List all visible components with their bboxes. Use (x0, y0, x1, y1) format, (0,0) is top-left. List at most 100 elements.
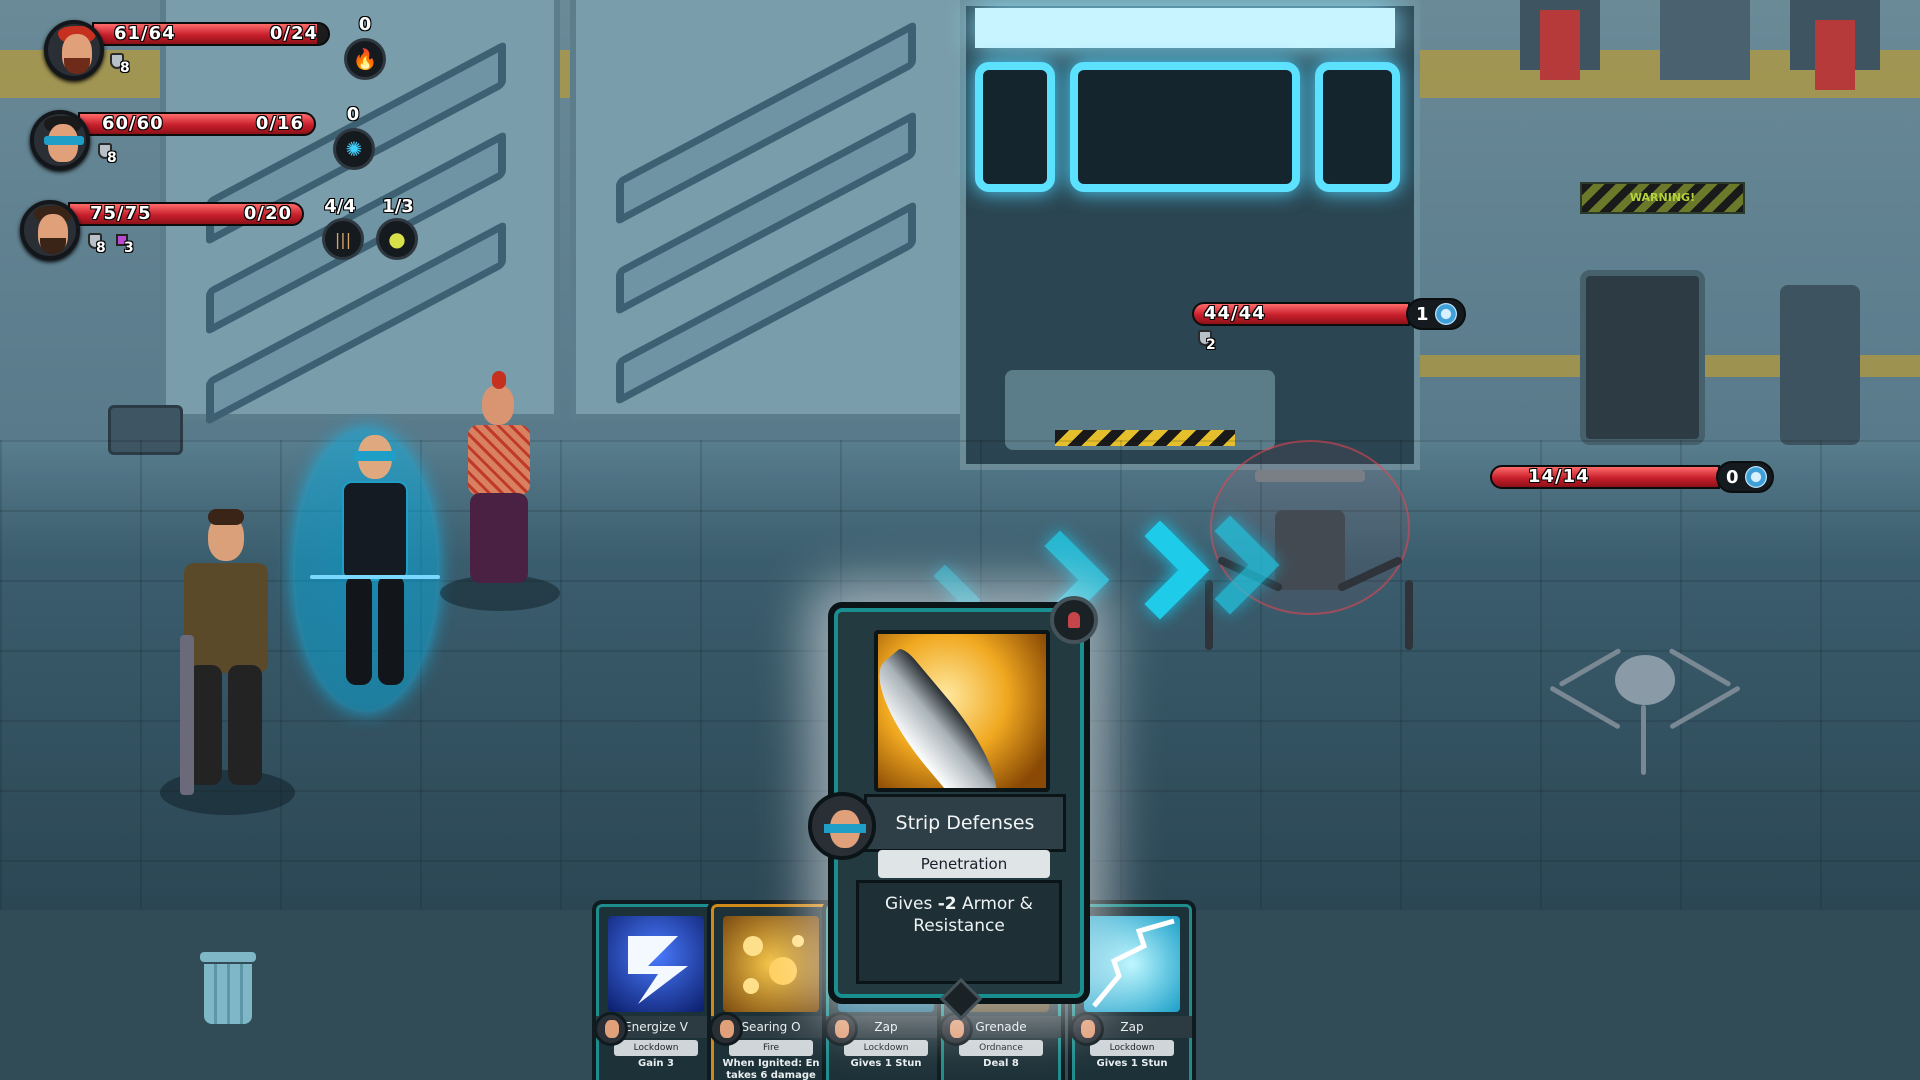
resource-count: 0 (346, 104, 360, 125)
figure-icon (1068, 612, 1080, 628)
enemy-intent[interactable]: 1 (1406, 298, 1466, 330)
spider-leg (1549, 685, 1621, 730)
card-art (874, 630, 1050, 792)
card-desc: Gain 3 (638, 1058, 674, 1069)
portrait-face (835, 1020, 849, 1038)
gate-light (975, 8, 1395, 48)
spider-leg (1558, 647, 1622, 688)
gear-icon (1744, 466, 1767, 488)
portrait-face (605, 1020, 619, 1038)
trash-bin (204, 964, 252, 1024)
katana (310, 575, 440, 579)
portrait-beard (64, 58, 90, 74)
locker (1580, 270, 1705, 445)
ninja-torso (342, 481, 408, 581)
spider-leg (1641, 705, 1646, 775)
portrait-beard (40, 238, 66, 254)
visor (354, 451, 396, 461)
debuff-value: 3 (124, 240, 134, 256)
enemy-hp-value: 44/44 (1204, 303, 1266, 324)
intent-value: 1 (1416, 303, 1429, 325)
hp-value: 60/60 (102, 113, 164, 134)
enemy-intent[interactable]: 0 (1716, 461, 1774, 493)
mohawk (492, 371, 506, 389)
warning-sign: WARNING! (1580, 182, 1745, 214)
fire-bubbles-icon (743, 935, 804, 994)
resource-value: 0/24 (269, 23, 318, 44)
card-desc: Gives 1 Stun (850, 1058, 922, 1069)
portrait-face (720, 1020, 734, 1038)
trash-lid (200, 952, 256, 962)
portrait-visor (824, 824, 866, 833)
ninja-leg (378, 575, 404, 685)
lightning-icon (628, 936, 688, 1004)
card-art (1084, 916, 1180, 1012)
card-type: Lockdown (844, 1040, 928, 1056)
resource-value: 0/20 (243, 203, 292, 224)
electric-arc-icon (1092, 918, 1175, 1008)
bearded-soldier-portrait[interactable] (20, 200, 80, 260)
gear-icon (1434, 303, 1457, 325)
drone-leg (1405, 580, 1413, 650)
card-art (608, 916, 704, 1012)
ceiling-pipes (1520, 0, 1880, 90)
card-owner-portrait (826, 1012, 858, 1046)
tattooed-brawler-character[interactable] (440, 371, 560, 611)
enemy-hp-value: 14/14 (1528, 466, 1590, 487)
soldier-hair (208, 509, 244, 525)
hand-card[interactable]: Energize V Lockdown Gain 3 (592, 900, 720, 1080)
enemy-armor-value: 2 (1206, 337, 1216, 353)
armor-value: 8 (120, 60, 130, 76)
card-type: Fire (729, 1040, 813, 1056)
selected-card[interactable]: Strip Defenses Penetration Gives -2 Armo… (808, 596, 1098, 1021)
gate-window (1315, 62, 1400, 192)
enemy-hp-bar: 14/14 (1490, 465, 1720, 489)
soldier-character[interactable] (160, 509, 295, 815)
spider-drone-enemy[interactable] (1545, 625, 1745, 785)
hp-bar-fill (1492, 467, 1718, 487)
spider-leg (1669, 685, 1741, 730)
desc-value: -2 (937, 894, 957, 914)
wall-door-right (570, 0, 970, 420)
hp-bar: 61/64 0/24 (92, 22, 330, 46)
card-type: Lockdown (1090, 1040, 1174, 1056)
card-type: Penetration (878, 850, 1050, 878)
drone-leg (1336, 555, 1404, 593)
discard-trash-icon[interactable] (200, 952, 256, 1024)
fire-icon[interactable]: 🔥 (344, 38, 386, 80)
ammo-icon[interactable]: ||| (322, 218, 364, 260)
card-desc: Gives 1 Stun (1096, 1058, 1168, 1069)
desc-prefix: Gives (885, 894, 938, 914)
gate-window (1070, 62, 1300, 192)
card-desc: When Ignited: En takes 6 damage (722, 1058, 820, 1080)
portrait-face (1081, 1020, 1095, 1038)
enemy-hp-bar: 44/44 (1192, 302, 1410, 326)
visor-portrait[interactable] (30, 110, 90, 170)
portrait-face (950, 1020, 964, 1038)
brawler-pants (470, 493, 528, 583)
energy-orb-icon[interactable]: ✺ (333, 128, 375, 170)
drone-body (1275, 510, 1345, 590)
card-owner-portrait (711, 1012, 743, 1046)
spider-leg (1668, 647, 1732, 688)
ammo-count: 4/4 (324, 196, 356, 217)
card-type: Ordnance (959, 1040, 1043, 1056)
card-owner-portrait (941, 1012, 973, 1046)
hand-card[interactable]: Searing O Fire When Ignited: En takes 6 … (707, 900, 835, 1080)
terminal (1780, 285, 1860, 445)
card-type: Lockdown (614, 1040, 698, 1056)
red-mohawk-portrait[interactable] (44, 20, 104, 80)
hp-value: 61/64 (114, 23, 176, 44)
rifle (180, 635, 194, 795)
brawler-head (482, 385, 514, 425)
resource-value: 0/16 (255, 113, 304, 134)
grenade-icon[interactable]: ● (376, 218, 418, 260)
card-description: Gives -2 Armor & Resistance (856, 880, 1062, 984)
card-desc: Deal 8 (983, 1058, 1019, 1069)
drone-gun (1255, 470, 1365, 482)
portrait-visor (44, 136, 84, 145)
card-title: Strip Defenses (864, 794, 1066, 852)
ninja-character[interactable] (310, 435, 440, 690)
spider-body (1615, 655, 1675, 705)
resource-count: 0 (358, 14, 372, 35)
